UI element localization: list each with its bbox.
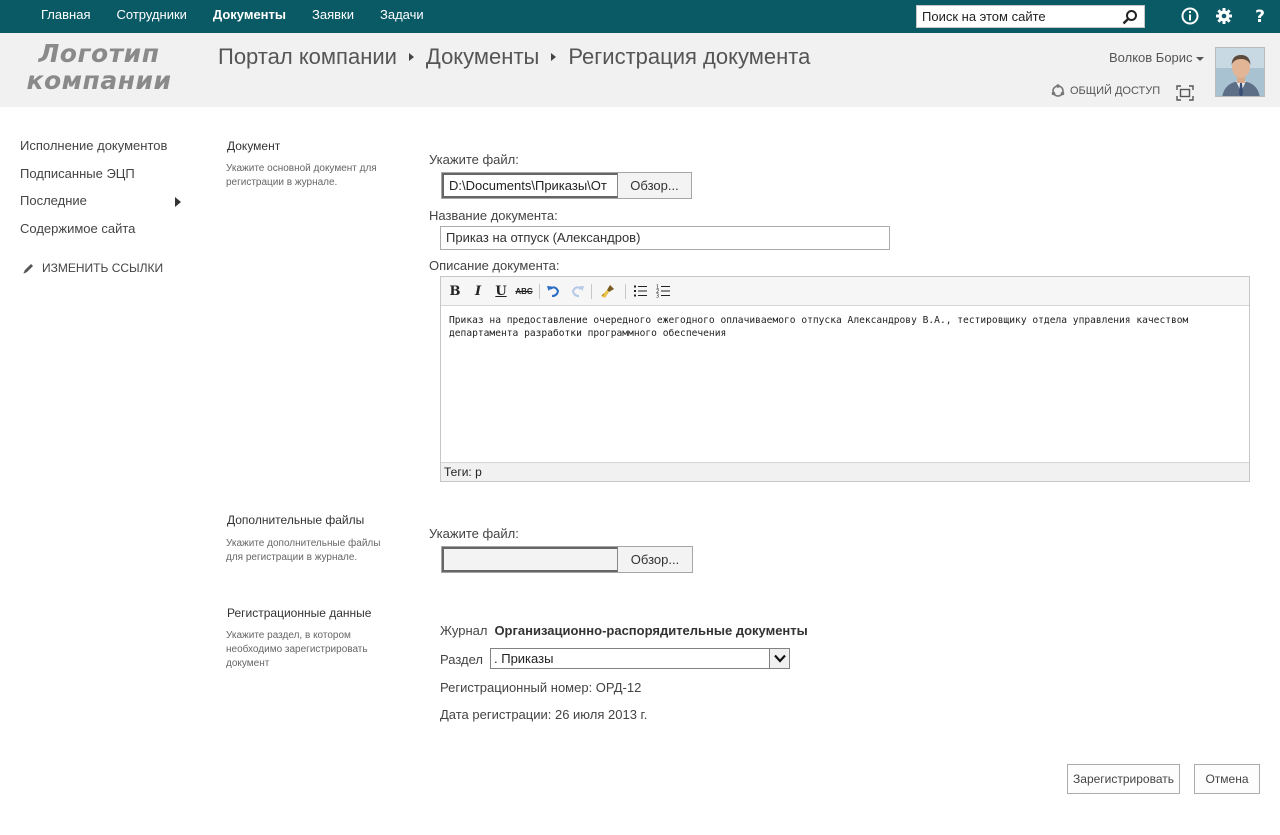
sidebar-item-site-contents[interactable]: Содержимое сайта	[20, 221, 190, 249]
breadcrumb-portal[interactable]: Портал компании	[218, 44, 397, 70]
nav-item-requests[interactable]: Заявки	[299, 0, 367, 33]
user-name: Волков Борис	[1109, 50, 1193, 65]
edit-links-button[interactable]: ИЗМЕНИТЬ ССЫЛКИ	[22, 261, 163, 275]
sidebar-item-recent[interactable]: Последние	[20, 193, 190, 221]
svg-text:3: 3	[656, 294, 659, 299]
extra-file-label: Укажите файл:	[429, 526, 519, 541]
underline-icon[interactable]: U	[493, 283, 509, 299]
company-logo[interactable]: Логотип компании	[24, 40, 174, 94]
nav-item-documents[interactable]: Документы	[200, 0, 299, 33]
info-icon[interactable]	[1180, 6, 1200, 26]
document-name-input[interactable]: Приказ на отпуск (Александров)	[440, 226, 890, 250]
section-select[interactable]: . Приказы	[490, 648, 790, 669]
document-section-description: Укажите основной документ для регистраци…	[226, 163, 377, 188]
file-upload-main: D:\Documents\Приказы\От Обзор...	[441, 172, 692, 199]
site-search	[916, 5, 1145, 28]
journal-label: Журнал	[440, 623, 488, 638]
share-icon	[1051, 84, 1065, 97]
chevron-down-icon	[769, 649, 789, 668]
toolbar-divider	[625, 284, 626, 299]
logo-line-2: компании	[26, 66, 172, 95]
register-button[interactable]: Зарегистрировать	[1067, 764, 1180, 794]
chevron-right-icon	[175, 197, 181, 207]
bold-icon[interactable]: B	[447, 283, 463, 299]
editor-status-bar: Теги: p	[441, 462, 1249, 481]
journal-row: Журнал Организационно-распорядительные до…	[440, 623, 808, 638]
numbered-list-icon[interactable]: 123	[655, 283, 671, 299]
document-name-label: Название документа:	[429, 208, 558, 223]
browse-button[interactable]: Обзор...	[618, 173, 691, 198]
toolbar-divider	[591, 284, 592, 299]
breadcrumb-separator-icon	[408, 53, 414, 61]
file-label: Укажите файл:	[429, 152, 519, 167]
user-menu[interactable]: Волков Борис	[1109, 50, 1204, 65]
registration-section-description: Укажите раздел, в котором необходимо зар…	[226, 630, 368, 669]
sidebar-item-label: Подписанные ЭЦП	[20, 165, 135, 181]
cancel-button[interactable]: Отмена	[1194, 764, 1260, 794]
document-description-label: Описание документа:	[429, 258, 560, 273]
pencil-icon	[23, 263, 33, 273]
sidebar-item-signed-eds[interactable]: Подписанные ЭЦП	[20, 166, 190, 194]
avatar-photo	[1216, 48, 1264, 96]
focus-content-icon[interactable]	[1176, 85, 1194, 101]
file-path-input[interactable]: D:\Documents\Приказы\От	[442, 173, 618, 198]
extra-files-section-description: Укажите дополнительные файлы для регистр…	[226, 538, 381, 563]
extra-browse-button[interactable]: Обзор...	[618, 547, 692, 572]
extra-files-section-title: Дополнительные файлы	[227, 513, 365, 527]
sidebar-item-document-execution[interactable]: Исполнение документов	[20, 138, 190, 166]
share-button[interactable]: ОБЩИЙ ДОСТУП	[1051, 84, 1160, 98]
nav-item-employees[interactable]: Сотрудники	[103, 0, 199, 33]
top-nav-bar: Главная Сотрудники Документы Заявки Зада…	[0, 0, 1280, 33]
search-input[interactable]	[917, 6, 1117, 27]
italic-icon[interactable]: I	[470, 283, 486, 299]
document-section-title: Документ	[227, 139, 281, 153]
section-label: Раздел	[440, 652, 483, 667]
share-label: ОБЩИЙ ДОСТУП	[1070, 85, 1161, 97]
sidebar-item-label: Содержимое сайта	[20, 220, 136, 236]
edit-links-label: ИЗМЕНИТЬ ССЫЛКИ	[42, 261, 164, 275]
svg-text:?: ?	[1255, 7, 1265, 26]
chevron-down-icon	[1195, 56, 1204, 61]
extra-file-path-input[interactable]	[442, 547, 618, 572]
sidebar-item-label: Исполнение документов	[20, 138, 168, 153]
global-nav: Главная Сотрудники Документы Заявки Зада…	[28, 0, 437, 33]
registration-date: Дата регистрации: 26 июля 2013 г.	[440, 707, 648, 722]
breadcrumb-documents[interactable]: Документы	[426, 44, 539, 70]
search-icon[interactable]	[1122, 9, 1138, 25]
breadcrumb: Портал компании Документы Регистрация до…	[218, 44, 810, 70]
editor-toolbar: B I U ABC 123	[441, 277, 1249, 306]
registration-number: Регистрационный номер: ОРД-12	[440, 680, 642, 695]
logo-line-1: Логотип	[38, 39, 160, 68]
registration-section-title: Регистрационные данные	[227, 606, 372, 620]
breadcrumb-separator-icon	[551, 53, 557, 61]
strikethrough-icon[interactable]: ABC	[514, 283, 534, 299]
page-title: Регистрация документа	[568, 44, 811, 69]
bullet-list-icon[interactable]	[632, 283, 648, 299]
nav-item-tasks[interactable]: Задачи	[367, 0, 437, 33]
toolbar-divider	[539, 284, 540, 299]
section-select-value: . Приказы	[494, 651, 554, 666]
sidebar-item-label: Последние	[20, 193, 87, 208]
nav-item-home[interactable]: Главная	[28, 0, 103, 33]
description-textarea[interactable]: Приказ на предоставление очередного ежег…	[441, 306, 1249, 462]
clear-format-icon[interactable]	[600, 283, 616, 299]
redo-icon[interactable]	[570, 283, 586, 299]
avatar[interactable]	[1215, 47, 1265, 97]
help-icon[interactable]: ?	[1250, 6, 1270, 26]
file-upload-extra: Обзор...	[441, 546, 693, 573]
gear-icon[interactable]	[1214, 6, 1234, 26]
undo-icon[interactable]	[545, 283, 561, 299]
left-nav: Исполнение документов Подписанные ЭЦП По…	[20, 138, 190, 248]
journal-value: Организационно-распорядительные документ…	[494, 623, 808, 638]
description-editor: B I U ABC 123 Приказ на предоставление о…	[440, 276, 1250, 482]
